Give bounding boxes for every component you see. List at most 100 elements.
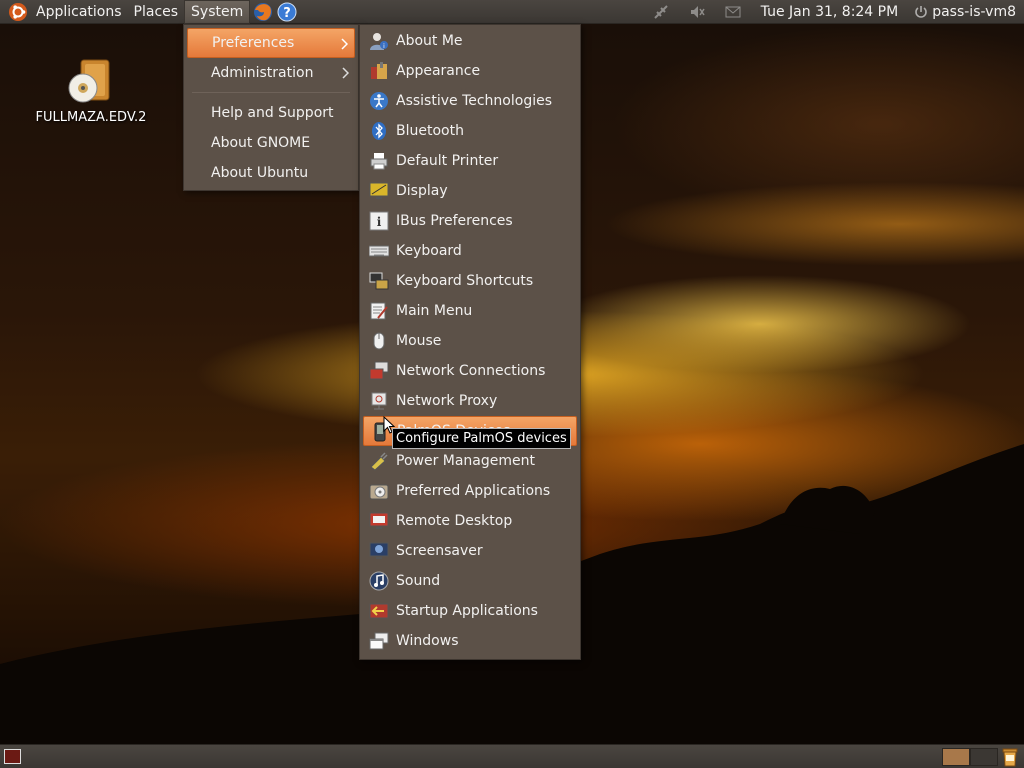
menu-item-mouse[interactable]: Mouse bbox=[363, 326, 577, 356]
desktop-icon-label: FULLMAZA.EDV.2 bbox=[35, 110, 147, 125]
menu-item-label: Preferences bbox=[212, 35, 295, 51]
svg-text:i: i bbox=[377, 215, 382, 229]
ubuntu-logo-icon[interactable] bbox=[8, 2, 28, 22]
appearance-icon bbox=[371, 62, 387, 79]
menu-item-label: Startup Applications bbox=[396, 603, 538, 619]
menu-separator bbox=[192, 92, 350, 93]
menu-item-power-management[interactable]: Power Management bbox=[363, 446, 577, 476]
bottom-panel bbox=[0, 744, 1024, 768]
volume-muted-icon[interactable] bbox=[689, 4, 705, 20]
user-info-icon: i bbox=[370, 33, 388, 50]
proxy-icon bbox=[371, 392, 387, 410]
menu-item-preferred-applications[interactable]: Preferred Applications bbox=[363, 476, 577, 506]
menu-item-sound[interactable]: Sound bbox=[363, 566, 577, 596]
menu-item-label: Default Printer bbox=[396, 153, 499, 169]
screensaver-icon bbox=[369, 542, 389, 559]
preferred-apps-icon bbox=[369, 484, 389, 500]
chevron-right-icon bbox=[341, 38, 348, 50]
show-desktop-button[interactable] bbox=[4, 749, 21, 764]
menu-item-preferences[interactable]: Preferences bbox=[187, 28, 355, 58]
menu-item-label: Preferred Applications bbox=[396, 483, 551, 499]
mail-icon[interactable] bbox=[725, 4, 741, 20]
menu-item-label: Administration bbox=[211, 65, 314, 81]
menu-item-label: Display bbox=[396, 183, 448, 199]
menu-item-label: Mouse bbox=[396, 333, 442, 349]
menu-item-default-printer[interactable]: Default Printer bbox=[363, 146, 577, 176]
clock[interactable]: Tue Jan 31, 8:24 PM bbox=[761, 4, 899, 20]
menu-item-label: Sound bbox=[396, 573, 441, 589]
menu-item-display[interactable]: Display bbox=[363, 176, 577, 206]
main-menu-icon bbox=[370, 302, 388, 320]
menu-item-label: Network Connections bbox=[396, 363, 546, 379]
menu-item-windows[interactable]: Windows bbox=[363, 626, 577, 656]
menu-item-label: Bluetooth bbox=[396, 123, 464, 139]
menu-item-network-proxy[interactable]: Network Proxy bbox=[363, 386, 577, 416]
menu-item-administration[interactable]: Administration bbox=[187, 58, 355, 88]
menu-item-label: Screensaver bbox=[396, 543, 483, 559]
user-session-menu[interactable]: pass-is-vm8 bbox=[914, 4, 1016, 20]
menu-item-label: Assistive Technologies bbox=[396, 93, 553, 109]
accessibility-icon bbox=[370, 92, 388, 110]
power-management-icon bbox=[370, 452, 388, 471]
menu-item-about-gnome[interactable]: About GNOME bbox=[187, 128, 355, 158]
network-disabled-icon[interactable] bbox=[653, 4, 669, 20]
menu-item-about-ubuntu[interactable]: About Ubuntu bbox=[187, 158, 355, 188]
network-icon bbox=[369, 361, 389, 380]
windows-icon bbox=[369, 632, 389, 650]
info-icon: i bbox=[369, 211, 389, 231]
remote-desktop-icon bbox=[369, 512, 389, 529]
system-menu: Preferences Administration Help and Supp… bbox=[183, 24, 359, 191]
disc-folder-icon bbox=[68, 59, 110, 103]
applications-menu[interactable]: Applications bbox=[30, 0, 128, 24]
menu-item-label: Windows bbox=[396, 633, 459, 649]
menu-item-label: Network Proxy bbox=[396, 393, 498, 409]
menu-item-label: Appearance bbox=[396, 63, 481, 79]
tooltip: Configure PalmOS devices bbox=[392, 428, 571, 449]
menu-item-label: Help and Support bbox=[211, 105, 334, 121]
display-icon bbox=[369, 182, 389, 199]
menu-item-label: Keyboard bbox=[396, 243, 462, 259]
menu-item-label: Main Menu bbox=[396, 303, 473, 319]
menu-item-remote-desktop[interactable]: Remote Desktop bbox=[363, 506, 577, 536]
menu-item-label: About Ubuntu bbox=[211, 165, 309, 181]
bluetooth-icon bbox=[372, 122, 386, 140]
power-icon bbox=[915, 5, 927, 18]
menu-item-label: About GNOME bbox=[211, 135, 311, 151]
keyboard-icon bbox=[369, 245, 389, 257]
menu-item-label: Remote Desktop bbox=[396, 513, 513, 529]
menu-item-appearance[interactable]: Appearance bbox=[363, 56, 577, 86]
workspace-switcher-2[interactable] bbox=[970, 748, 998, 766]
startup-icon bbox=[369, 603, 389, 619]
firefox-icon[interactable] bbox=[252, 1, 274, 23]
system-menu-button[interactable]: System bbox=[184, 0, 251, 24]
menu-item-screensaver[interactable]: Screensaver bbox=[363, 536, 577, 566]
menu-item-label: IBus Preferences bbox=[396, 213, 513, 229]
desktop-icon-fullmaza[interactable]: FULLMAZA.EDV.2 bbox=[26, 58, 156, 125]
help-icon[interactable]: ? bbox=[276, 1, 298, 23]
menu-item-keyboard-shortcuts[interactable]: Keyboard Shortcuts bbox=[363, 266, 577, 296]
menu-item-help-and-support[interactable]: Help and Support bbox=[187, 98, 355, 128]
menu-item-ibus-preferences[interactable]: i IBus Preferences bbox=[363, 206, 577, 236]
menu-item-assistive-technologies[interactable]: Assistive Technologies bbox=[363, 86, 577, 116]
mouse-icon bbox=[373, 332, 385, 350]
menu-item-bluetooth[interactable]: Bluetooth bbox=[363, 116, 577, 146]
top-panel: Applications Places System ? Tue Jan 31,… bbox=[0, 0, 1024, 24]
menu-item-network-connections[interactable]: Network Connections bbox=[363, 356, 577, 386]
menu-item-label: Keyboard Shortcuts bbox=[396, 273, 534, 289]
menu-item-label: About Me bbox=[396, 33, 463, 49]
menu-item-keyboard[interactable]: Keyboard bbox=[363, 236, 577, 266]
menu-item-about-me[interactable]: i About Me bbox=[363, 26, 577, 56]
trash-icon[interactable] bbox=[1000, 747, 1020, 767]
menu-item-main-menu[interactable]: Main Menu bbox=[363, 296, 577, 326]
sound-icon bbox=[369, 571, 389, 591]
svg-text:?: ? bbox=[283, 6, 291, 21]
menu-item-label: Power Management bbox=[396, 453, 536, 469]
places-menu[interactable]: Places bbox=[128, 0, 185, 24]
keyboard-shortcuts-icon bbox=[369, 272, 389, 290]
menu-item-startup-applications[interactable]: Startup Applications bbox=[363, 596, 577, 626]
printer-icon bbox=[370, 153, 388, 170]
preferences-submenu: i About Me Appearance Assistive Technolo… bbox=[359, 24, 581, 660]
user-name: pass-is-vm8 bbox=[932, 3, 1016, 20]
workspace-switcher-1[interactable] bbox=[942, 748, 970, 766]
chevron-right-icon bbox=[342, 67, 349, 79]
